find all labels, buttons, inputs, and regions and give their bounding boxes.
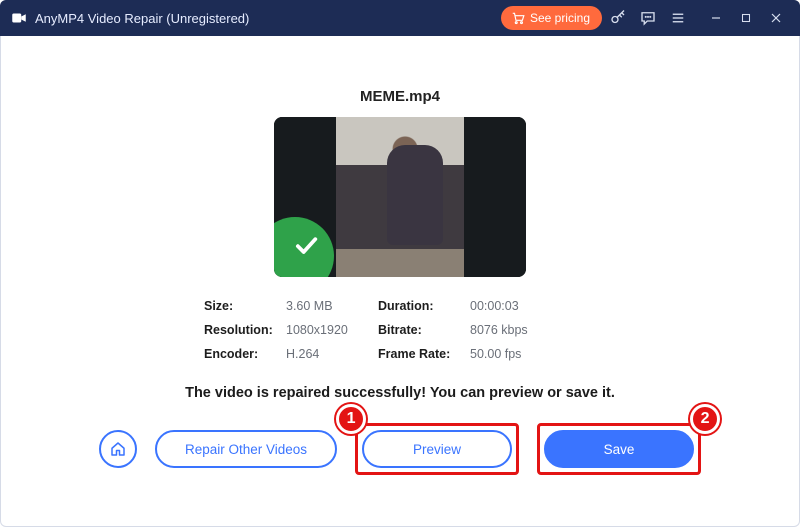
minimize-button[interactable] xyxy=(702,4,730,32)
status-message: The video is repaired successfully! You … xyxy=(30,385,770,401)
meta-size-value: 3.60 MB xyxy=(286,299,378,313)
file-name: MEME.mp4 xyxy=(30,88,770,105)
repair-other-videos-button[interactable]: Repair Other Videos xyxy=(155,430,337,468)
meta-duration-value: 00:00:03 xyxy=(470,299,560,313)
meta-resolution-value: 1080x1920 xyxy=(286,323,378,337)
feedback-icon[interactable] xyxy=(634,4,662,32)
close-button[interactable] xyxy=(762,4,790,32)
menu-icon[interactable] xyxy=(664,4,692,32)
action-row: Repair Other Videos 1 Preview 2 Save xyxy=(30,423,770,475)
thumbnail-pillar-right xyxy=(464,117,526,277)
video-metadata: Size: 3.60 MB Duration: 00:00:03 Resolut… xyxy=(204,299,596,361)
titlebar: AnyMP4 Video Repair (Unregistered) See p… xyxy=(0,0,800,36)
meta-bitrate-label: Bitrate: xyxy=(378,323,470,337)
key-icon[interactable] xyxy=(604,4,632,32)
annotation-badge-2: 2 xyxy=(690,404,720,434)
thumbnail-frame xyxy=(336,117,464,277)
see-pricing-label: See pricing xyxy=(530,11,590,25)
preview-button[interactable]: Preview xyxy=(362,430,512,468)
home-button[interactable] xyxy=(99,430,137,468)
meta-encoder-label: Encoder: xyxy=(204,347,286,361)
main-content: MEME.mp4 Size: 3.60 MB Duration: 00:00:0… xyxy=(0,36,800,527)
maximize-button[interactable] xyxy=(732,4,760,32)
annotation-badge-1: 1 xyxy=(336,404,366,434)
meta-duration-label: Duration: xyxy=(378,299,470,313)
save-button[interactable]: Save xyxy=(544,430,694,468)
meta-framerate-label: Frame Rate: xyxy=(378,347,470,361)
meta-resolution-label: Resolution: xyxy=(204,323,286,337)
meta-framerate-value: 50.00 fps xyxy=(470,347,560,361)
meta-size-label: Size: xyxy=(204,299,286,313)
meta-encoder-value: H.264 xyxy=(286,347,378,361)
annotation-step-2: 2 Save xyxy=(537,423,701,475)
annotation-step-1: 1 Preview xyxy=(355,423,519,475)
app-window: AnyMP4 Video Repair (Unregistered) See p… xyxy=(0,0,800,527)
app-logo-icon xyxy=(10,9,28,27)
app-title: AnyMP4 Video Repair (Unregistered) xyxy=(35,11,249,26)
video-thumbnail xyxy=(274,117,526,277)
see-pricing-button[interactable]: See pricing xyxy=(501,6,602,30)
meta-bitrate-value: 8076 kbps xyxy=(470,323,560,337)
